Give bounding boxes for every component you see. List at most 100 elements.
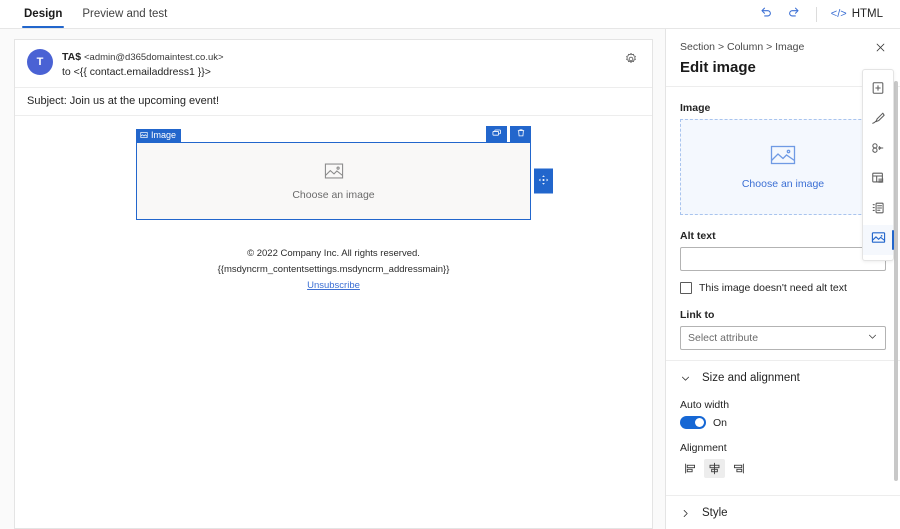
image-field-label: Image	[680, 102, 886, 114]
alignment-group: Alignment	[680, 442, 886, 478]
link-to-group: Link to Select attribute	[680, 309, 886, 350]
chevron-down-icon	[867, 331, 878, 345]
email-card: T TA$ <admin@d365domaintest.co.uk> to <{…	[14, 39, 653, 529]
email-designer-app: Design Preview and test	[0, 0, 900, 529]
link-to-value: Select attribute	[688, 332, 758, 344]
rail-item-add-page[interactable]	[863, 75, 893, 105]
style-section-title: Style	[702, 507, 728, 519]
auto-width-toggle-row: On	[680, 416, 886, 429]
alt-text-group: Alt text This image doesn't need alt tex…	[680, 230, 886, 294]
no-alt-text-checkbox-row[interactable]: This image doesn't need alt text	[680, 282, 886, 294]
size-and-alignment-section-header[interactable]: Size and alignment	[680, 361, 886, 386]
image-icon	[140, 131, 148, 141]
rail-item-content[interactable]	[863, 195, 893, 225]
block-type-badge: Image	[136, 129, 181, 142]
image-placeholder[interactable]: Choose an image	[136, 142, 531, 220]
workspace: T TA$ <admin@d365domaintest.co.uk> to <{…	[0, 29, 900, 529]
tab-design-label: Design	[24, 8, 62, 20]
footer-address-token: {{msdyncrm_contentsettings.msdyncrm_addr…	[218, 262, 450, 278]
rail-item-components[interactable]	[863, 135, 893, 165]
tab-preview-and-test[interactable]: Preview and test	[72, 0, 177, 28]
auto-width-group: Auto width On	[680, 399, 886, 429]
choose-image-label: Choose an image	[742, 178, 824, 190]
panel-scrollbar[interactable]	[894, 81, 898, 481]
link-to-label: Link to	[680, 309, 886, 321]
no-alt-text-label: This image doesn't need alt text	[699, 282, 847, 294]
email-subject: Subject: Join us at the upcoming event!	[15, 88, 652, 116]
rail-item-styles[interactable]	[863, 105, 893, 135]
align-center-button[interactable]	[704, 459, 725, 478]
unsubscribe-link[interactable]: Unsubscribe	[307, 280, 360, 291]
code-icon: </>	[831, 8, 847, 20]
align-left-button[interactable]	[680, 459, 701, 478]
panel-title: Edit image	[680, 59, 886, 76]
top-bar: Design Preview and test	[0, 0, 900, 29]
html-button-label: HTML	[852, 8, 883, 20]
no-alt-text-checkbox[interactable]	[680, 282, 692, 294]
tab-strip: Design Preview and test	[0, 0, 177, 28]
chevron-down-icon	[680, 373, 691, 384]
delete-block-button[interactable]	[510, 126, 531, 142]
undo-button[interactable]	[753, 3, 779, 25]
choose-image-dropzone[interactable]: Choose an image	[680, 119, 886, 215]
tab-design[interactable]: Design	[14, 0, 72, 28]
from-line: TA$ <admin@d365domaintest.co.uk>	[62, 50, 224, 65]
trash-icon	[516, 125, 526, 143]
redo-icon	[787, 5, 801, 24]
move-icon	[538, 172, 549, 190]
rail-item-layouts[interactable]	[863, 165, 893, 195]
image-placeholder-icon	[770, 144, 796, 171]
close-icon	[875, 41, 886, 56]
size-and-alignment-title: Size and alignment	[702, 372, 800, 384]
content-list-icon	[871, 201, 885, 220]
alt-text-input[interactable]	[680, 247, 886, 271]
alt-text-label: Alt text	[680, 230, 886, 242]
layouts-icon	[871, 171, 885, 190]
image-placeholder-text: Choose an image	[292, 189, 374, 201]
from-name: TA$	[62, 51, 81, 63]
redo-button[interactable]	[781, 3, 807, 25]
close-panel-button[interactable]	[870, 38, 890, 58]
email-header: T TA$ <admin@d365domaintest.co.uk> to <{…	[15, 40, 652, 88]
alignment-options	[680, 459, 886, 478]
email-footer: © 2022 Company Inc. All rights reserved.…	[218, 246, 450, 293]
link-to-select[interactable]: Select attribute	[680, 326, 886, 350]
html-button[interactable]: </> HTML	[826, 3, 888, 25]
canvas-area: T TA$ <admin@d365domaintest.co.uk> to <{…	[0, 29, 665, 529]
duplicate-block-button[interactable]	[486, 126, 507, 142]
toolbar-divider	[816, 7, 817, 22]
image-icon	[871, 230, 886, 250]
image-placeholder-icon	[324, 162, 344, 185]
breadcrumb[interactable]: Section > Column > Image	[680, 41, 886, 53]
style-section-header[interactable]: Style	[680, 496, 886, 521]
gear-icon	[624, 52, 638, 71]
drag-block-handle[interactable]	[534, 169, 553, 194]
top-bar-actions: </> HTML	[753, 0, 900, 28]
block-toolbar	[486, 126, 531, 142]
brush-icon	[871, 111, 885, 130]
from-address: <admin@d365domaintest.co.uk>	[84, 52, 224, 63]
block-type-badge-label: Image	[151, 131, 176, 140]
image-field-group: Image Choose an image	[680, 102, 886, 215]
tab-preview-and-test-label: Preview and test	[82, 8, 167, 20]
auto-width-label: Auto width	[680, 399, 886, 411]
auto-width-state: On	[713, 417, 727, 429]
toggle-knob	[695, 418, 704, 427]
alignment-label: Alignment	[680, 442, 886, 454]
add-page-icon	[871, 81, 885, 100]
components-icon	[871, 141, 885, 160]
chevron-right-icon	[680, 508, 691, 519]
selected-image-block[interactable]: Image	[136, 142, 531, 220]
right-rail	[862, 69, 894, 261]
undo-icon	[759, 5, 773, 24]
email-settings-button[interactable]	[620, 50, 642, 72]
duplicate-icon	[492, 125, 502, 143]
align-right-button[interactable]	[728, 459, 749, 478]
rail-item-image[interactable]	[863, 225, 893, 255]
to-line: to <{{ contact.emailaddress1 }}>	[62, 65, 224, 80]
footer-copyright: © 2022 Company Inc. All rights reserved.	[218, 246, 450, 262]
email-body: Image	[15, 116, 652, 528]
email-addresses: TA$ <admin@d365domaintest.co.uk> to <{{ …	[62, 49, 224, 80]
avatar: T	[27, 49, 53, 75]
auto-width-toggle[interactable]	[680, 416, 706, 429]
